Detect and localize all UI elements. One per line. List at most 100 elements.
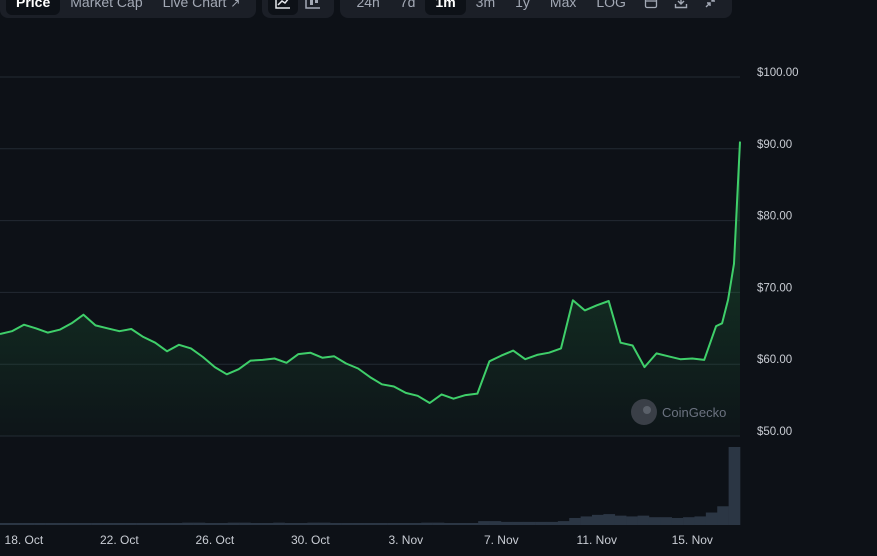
volume-bar <box>22 523 35 525</box>
volume-bars <box>0 447 741 525</box>
range-max[interactable]: Max <box>540 0 586 15</box>
volume-bar <box>113 523 126 525</box>
tab-price[interactable]: Price <box>6 0 61 15</box>
volume-bar <box>648 517 661 525</box>
volume-bar <box>159 523 172 525</box>
volume-bar <box>307 522 320 525</box>
volume-bar <box>398 523 411 525</box>
volume-bar <box>478 521 490 525</box>
log-scale-toggle[interactable]: LOG <box>586 0 636 15</box>
volume-bar <box>614 515 627 525</box>
volume-bar <box>500 521 513 525</box>
volume-bar <box>227 522 240 525</box>
price-area <box>0 141 740 436</box>
volume-bar <box>45 523 58 525</box>
volume-bar <box>466 523 479 525</box>
volume-bar <box>592 514 604 525</box>
volume-bar <box>683 517 695 525</box>
volume-bar <box>728 447 741 525</box>
volume-bar <box>432 522 445 525</box>
volume-bar <box>204 523 217 525</box>
volume-bar <box>364 523 376 525</box>
y-tick-label: $90.00 <box>757 139 792 151</box>
volume-bar <box>79 523 92 525</box>
y-axis: $50.00 $60.00 $70.00 $80.00 $90.00 $100.00 <box>757 67 799 438</box>
line-chart-icon[interactable] <box>268 0 299 15</box>
volume-bar <box>148 523 160 525</box>
volume-bar <box>523 521 536 525</box>
volume-bar <box>56 523 69 525</box>
range-1y[interactable]: 1y <box>505 0 540 15</box>
volume-bar <box>193 522 206 525</box>
volume-bar <box>216 523 228 525</box>
x-tick-label: 22. Oct <box>100 533 139 547</box>
fullscreen-icon[interactable] <box>696 0 726 15</box>
volume-bar <box>273 522 285 525</box>
volume-bar <box>671 517 684 525</box>
download-icon[interactable] <box>666 0 696 15</box>
y-tick-label: $60.00 <box>757 354 792 366</box>
volume-bar <box>421 522 433 525</box>
y-tick-label: $70.00 <box>757 282 792 294</box>
y-tick-label: $50.00 <box>757 426 792 438</box>
volume-bar <box>239 522 251 525</box>
volume-bar <box>261 523 274 525</box>
volume-bar <box>296 523 308 525</box>
volume-bar <box>512 521 524 525</box>
x-axis: 18. Oct 22. Oct 26. Oct 30. Oct 3. Nov 7. Nov… <box>5 533 713 547</box>
volume-bar <box>569 517 581 525</box>
watermark-text: CoinGecko <box>662 405 726 420</box>
x-tick-label: 7. Nov <box>484 533 519 547</box>
x-tick-label: 18. Oct <box>5 533 44 547</box>
volume-bar <box>603 514 616 525</box>
volume-bar <box>91 523 103 525</box>
volume-bar <box>717 506 729 525</box>
volume-bar <box>318 522 331 525</box>
volume-bar <box>580 516 593 525</box>
tab-market-cap[interactable]: Market Cap <box>60 0 152 15</box>
volume-bar <box>341 523 354 525</box>
range-7d[interactable]: 7d <box>390 0 426 15</box>
volume-bar <box>705 512 718 525</box>
live-chart-label: Live Chart <box>162 0 227 10</box>
y-tick-label: $80.00 <box>757 211 792 223</box>
volume-bar <box>535 521 547 525</box>
volume-bar <box>557 521 570 525</box>
tab-live-chart[interactable]: Live Chart ↗ <box>153 0 251 15</box>
volume-bar <box>660 517 672 525</box>
range-1m[interactable]: 1m <box>425 0 466 15</box>
volume-bar <box>352 523 365 525</box>
volume-bar <box>444 523 456 525</box>
range-3m[interactable]: 3m <box>466 0 505 15</box>
chart-type-toggle <box>262 0 335 18</box>
x-tick-label: 3. Nov <box>388 533 423 547</box>
price-chart: $50.00 $60.00 $70.00 $80.00 $90.00 $100.00 18… <box>0 67 799 547</box>
volume-bar <box>170 523 183 525</box>
volume-bar <box>125 523 137 525</box>
volume-bar <box>330 523 342 525</box>
candlestick-chart-icon[interactable] <box>298 0 328 15</box>
x-tick-label: 11. Nov <box>577 533 617 547</box>
volume-bar <box>375 523 388 525</box>
volume-bar <box>284 523 297 525</box>
volume-bar <box>546 521 559 525</box>
x-tick-label: 15. Nov <box>672 533 713 547</box>
range-selector: 24h 7d 1m 3m 1y Max LOG <box>340 0 732 18</box>
x-tick-label: 26. Oct <box>195 533 234 547</box>
volume-bar <box>11 523 24 525</box>
volume-bar <box>637 515 650 525</box>
volume-bar <box>387 523 399 525</box>
volume-bar <box>409 523 422 525</box>
volume-bar <box>489 521 502 525</box>
volume-bar <box>136 523 149 525</box>
volume-bar <box>0 523 12 525</box>
y-tick-label: $100.00 <box>757 67 799 79</box>
volume-bar <box>68 523 80 525</box>
volume-bar <box>250 523 263 525</box>
x-tick-label: 30. Oct <box>291 533 330 547</box>
volume-bar <box>626 516 638 525</box>
volume-bar <box>455 523 468 525</box>
range-24h[interactable]: 24h <box>346 0 389 15</box>
volume-bar <box>102 523 115 525</box>
calendar-icon[interactable] <box>636 0 666 15</box>
